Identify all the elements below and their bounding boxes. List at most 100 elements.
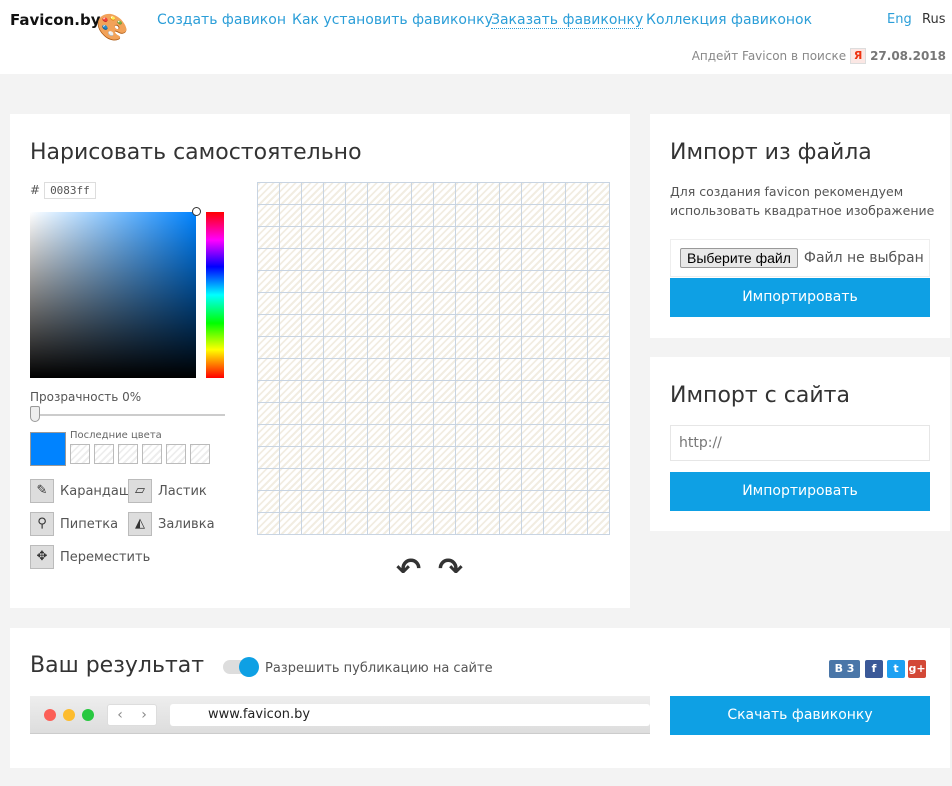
pixel-cell[interactable] xyxy=(258,183,279,204)
pixel-cell[interactable] xyxy=(522,469,543,490)
tool-pipette[interactable]: ⚲ Пипетка xyxy=(30,512,118,536)
pixel-cell[interactable] xyxy=(412,513,433,534)
pixel-cell[interactable] xyxy=(500,271,521,292)
pixel-cell[interactable] xyxy=(368,293,389,314)
import-file-button[interactable]: Импортировать xyxy=(670,278,930,317)
choose-file-button[interactable]: Выберите файл xyxy=(680,248,798,268)
pixel-cell[interactable] xyxy=(302,205,323,226)
pixel-cell[interactable] xyxy=(302,403,323,424)
pixel-cell[interactable] xyxy=(456,447,477,468)
pixel-cell[interactable] xyxy=(302,315,323,336)
pixel-cell[interactable] xyxy=(412,425,433,446)
pixel-cell[interactable] xyxy=(302,249,323,270)
pixel-cell[interactable] xyxy=(368,359,389,380)
pixel-cell[interactable] xyxy=(324,381,345,402)
pixel-cell[interactable] xyxy=(324,447,345,468)
nav-order[interactable]: Заказать фавиконку xyxy=(491,12,644,29)
pixel-cell[interactable] xyxy=(522,337,543,358)
twitter-share-button[interactable]: t xyxy=(887,660,905,678)
pixel-cell[interactable] xyxy=(280,337,301,358)
pixel-cell[interactable] xyxy=(478,381,499,402)
pixel-cell[interactable] xyxy=(544,337,565,358)
pixel-cell[interactable] xyxy=(434,271,455,292)
pixel-cell[interactable] xyxy=(346,513,367,534)
pixel-cell[interactable] xyxy=(258,491,279,512)
pixel-cell[interactable] xyxy=(412,469,433,490)
pixel-cell[interactable] xyxy=(390,513,411,534)
pixel-cell[interactable] xyxy=(412,491,433,512)
pixel-cell[interactable] xyxy=(566,491,587,512)
pixel-cell[interactable] xyxy=(258,337,279,358)
pixel-cell[interactable] xyxy=(588,227,609,248)
pixel-cell[interactable] xyxy=(390,315,411,336)
pixel-cell[interactable] xyxy=(368,249,389,270)
pixel-cell[interactable] xyxy=(412,183,433,204)
pixel-cell[interactable] xyxy=(390,183,411,204)
pixel-cell[interactable] xyxy=(478,337,499,358)
pixel-cell[interactable] xyxy=(544,205,565,226)
pixel-cell[interactable] xyxy=(566,249,587,270)
pixel-cell[interactable] xyxy=(368,469,389,490)
download-favicon-button[interactable]: Скачать фавиконку xyxy=(670,696,930,735)
pixel-cell[interactable] xyxy=(522,447,543,468)
pixel-cell[interactable] xyxy=(390,227,411,248)
pixel-cell[interactable] xyxy=(390,381,411,402)
pixel-cell[interactable] xyxy=(434,491,455,512)
pixel-cell[interactable] xyxy=(368,403,389,424)
pixel-cell[interactable] xyxy=(544,293,565,314)
pixel-cell[interactable] xyxy=(302,183,323,204)
picker-cursor[interactable] xyxy=(192,207,201,216)
pixel-cell[interactable] xyxy=(566,205,587,226)
pixel-cell[interactable] xyxy=(346,359,367,380)
pixel-cell[interactable] xyxy=(324,425,345,446)
pixel-cell[interactable] xyxy=(302,513,323,534)
pixel-cell[interactable] xyxy=(544,425,565,446)
pixel-cell[interactable] xyxy=(478,403,499,424)
pixel-cell[interactable] xyxy=(456,271,477,292)
pixel-cell[interactable] xyxy=(478,293,499,314)
pixel-cell[interactable] xyxy=(280,315,301,336)
tool-pencil[interactable]: ✎ Карандаш xyxy=(30,479,131,503)
pixel-cell[interactable] xyxy=(588,293,609,314)
pixel-cell[interactable] xyxy=(302,359,323,380)
lang-eng[interactable]: Eng xyxy=(887,12,912,27)
pixel-cell[interactable] xyxy=(280,271,301,292)
pixel-cell[interactable] xyxy=(324,249,345,270)
recent-color[interactable] xyxy=(166,444,186,464)
pixel-cell[interactable] xyxy=(434,425,455,446)
pixel-cell[interactable] xyxy=(500,447,521,468)
pixel-cell[interactable] xyxy=(500,227,521,248)
pixel-cell[interactable] xyxy=(588,469,609,490)
pixel-cell[interactable] xyxy=(478,425,499,446)
pixel-cell[interactable] xyxy=(368,183,389,204)
pixel-cell[interactable] xyxy=(390,271,411,292)
pixel-cell[interactable] xyxy=(544,513,565,534)
pixel-cell[interactable] xyxy=(280,183,301,204)
pixel-cell[interactable] xyxy=(434,337,455,358)
lang-rus[interactable]: Rus xyxy=(922,12,945,27)
pixel-cell[interactable] xyxy=(456,183,477,204)
pixel-cell[interactable] xyxy=(500,469,521,490)
pixel-cell[interactable] xyxy=(522,315,543,336)
pixel-cell[interactable] xyxy=(566,447,587,468)
pixel-cell[interactable] xyxy=(368,337,389,358)
pixel-cell[interactable] xyxy=(566,403,587,424)
pixel-cell[interactable] xyxy=(500,381,521,402)
pixel-cell[interactable] xyxy=(522,491,543,512)
pixel-cell[interactable] xyxy=(302,447,323,468)
pixel-cell[interactable] xyxy=(588,249,609,270)
pixel-cell[interactable] xyxy=(412,227,433,248)
pixel-cell[interactable] xyxy=(368,271,389,292)
pixel-cell[interactable] xyxy=(434,469,455,490)
pixel-cell[interactable] xyxy=(566,271,587,292)
pixel-cell[interactable] xyxy=(324,271,345,292)
pixel-cell[interactable] xyxy=(258,249,279,270)
hue-slider[interactable] xyxy=(206,212,224,378)
pixel-cell[interactable] xyxy=(280,227,301,248)
pixel-cell[interactable] xyxy=(324,359,345,380)
pixel-cell[interactable] xyxy=(434,249,455,270)
pixel-cell[interactable] xyxy=(412,271,433,292)
pixel-cell[interactable] xyxy=(390,337,411,358)
hex-input[interactable]: 0083ff xyxy=(44,182,96,199)
tool-eraser[interactable]: ▱ Ластик xyxy=(128,479,207,503)
